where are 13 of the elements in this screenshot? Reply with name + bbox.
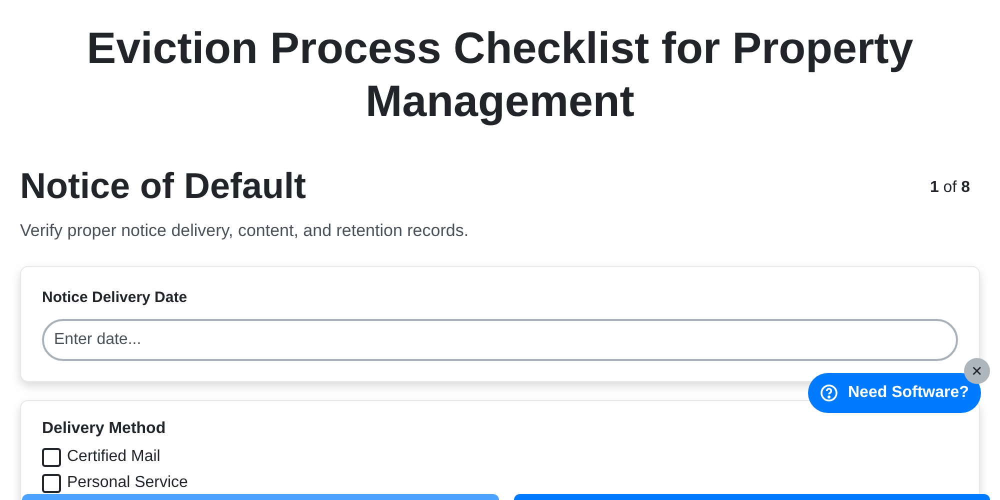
checkbox-option[interactable]: Personal Service	[42, 473, 958, 493]
close-button[interactable]: ✕	[964, 358, 990, 384]
checkbox-option[interactable]: Certified Mail	[42, 447, 958, 467]
section-heading: Notice of Default	[20, 164, 306, 208]
section-description: Verify proper notice delivery, content, and retention records.	[20, 220, 470, 242]
checkbox[interactable]	[42, 474, 61, 492]
group-label: Delivery Method	[42, 419, 167, 439]
page-title: Eviction Process Checklist for Property Management	[86, 23, 914, 128]
step-counter: 1 of 8	[930, 178, 970, 198]
checkbox[interactable]	[42, 448, 61, 466]
field-label: Notice Delivery Date	[42, 288, 188, 308]
help-icon	[820, 384, 838, 402]
date-input-field[interactable]: Enter date...	[42, 319, 958, 361]
